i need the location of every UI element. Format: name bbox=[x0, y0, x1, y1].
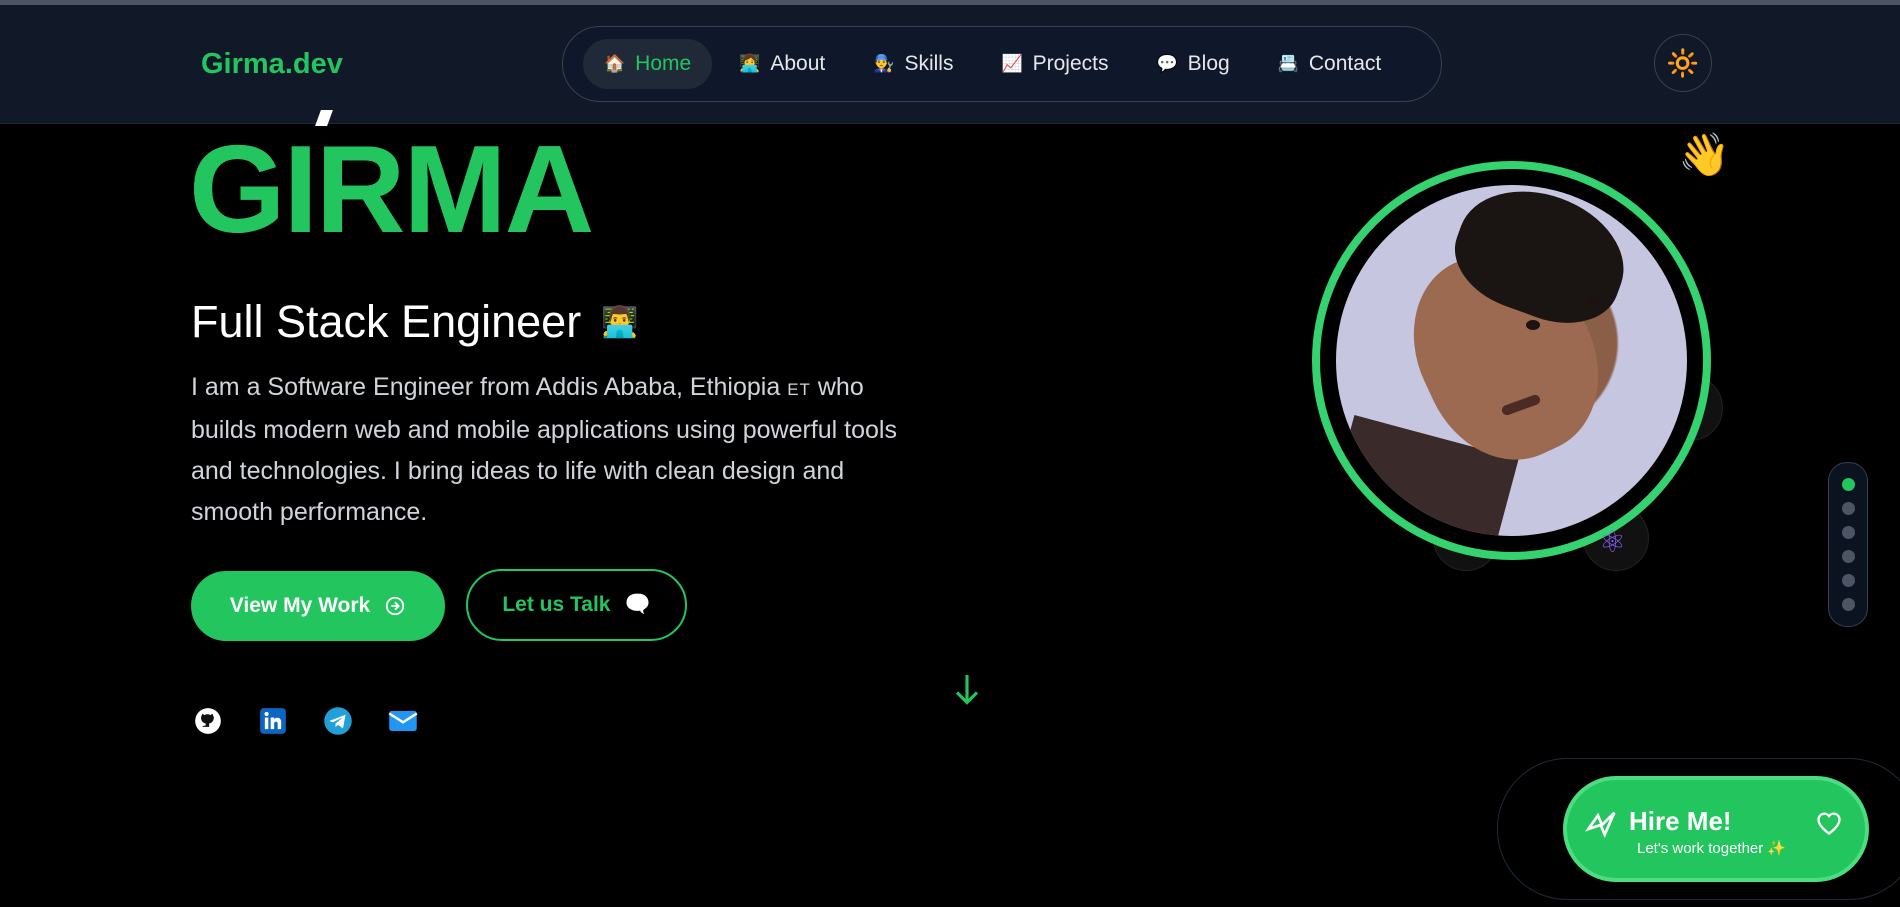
hero-bio: I am a Software Engineer from Addis Abab… bbox=[191, 367, 921, 533]
let-us-talk-button[interactable]: Let us Talk 🗨️ bbox=[466, 569, 687, 641]
about-icon: 👩‍💻 bbox=[739, 54, 761, 73]
ethiopia-flag-icon: ET bbox=[787, 380, 811, 399]
email-link[interactable] bbox=[388, 706, 418, 736]
role-text: Full Stack Engineer bbox=[191, 296, 582, 347]
view-my-work-button[interactable]: View My Work bbox=[191, 571, 445, 641]
section-dot[interactable] bbox=[1841, 574, 1855, 587]
section-dot[interactable] bbox=[1841, 526, 1855, 539]
nav-label: Home bbox=[635, 52, 692, 75]
github-icon bbox=[195, 708, 221, 734]
profile-photo bbox=[1336, 185, 1687, 536]
section-dot[interactable] bbox=[1841, 502, 1855, 515]
mail-icon bbox=[388, 711, 418, 731]
hire-me-button[interactable]: Hire Me! Let's work together ✨ bbox=[1563, 776, 1869, 882]
navbar: Girma.dev 🏠 Home 👩‍💻 About 👨‍🔧 Skills 📈 … bbox=[0, 5, 1900, 124]
nav-label: Contact bbox=[1308, 52, 1382, 75]
nav-label: Skills bbox=[904, 52, 954, 75]
section-indicator bbox=[1828, 462, 1868, 627]
brand-logo[interactable]: Girma.dev bbox=[201, 48, 343, 81]
nav-item-projects[interactable]: 📈 Projects bbox=[980, 39, 1129, 89]
nav-label: Blog bbox=[1187, 52, 1230, 75]
sun-icon: 🔆 bbox=[1666, 47, 1700, 78]
nav-item-skills[interactable]: 👨‍🔧 Skills bbox=[852, 39, 974, 89]
profile-avatar bbox=[1312, 161, 1711, 560]
arrow-right-circle-icon bbox=[386, 596, 405, 616]
nav-item-blog[interactable]: 💬 Blog bbox=[1135, 39, 1250, 89]
linkedin-icon bbox=[260, 708, 286, 734]
button-label: View My Work bbox=[229, 594, 371, 617]
scroll-down-arrow-icon[interactable] bbox=[952, 672, 982, 717]
waving-hand-icon: 👋 bbox=[1678, 131, 1731, 178]
blog-icon: 💬 bbox=[1156, 54, 1178, 73]
hire-me-title: Hire Me! bbox=[1629, 806, 1732, 836]
github-link[interactable] bbox=[193, 706, 223, 736]
projects-icon: 📈 bbox=[1001, 54, 1023, 73]
lightning-icon bbox=[1584, 810, 1619, 848]
theme-toggle-button[interactable]: 🔆 bbox=[1654, 34, 1712, 92]
hero-role: Full Stack Engineer 👨‍💻 bbox=[191, 296, 639, 348]
skills-icon: 👨‍🔧 bbox=[873, 54, 895, 73]
bio-text-a: I am a Software Engineer from Addis Abab… bbox=[191, 373, 781, 401]
telegram-icon bbox=[324, 707, 352, 735]
technologist-icon: 👨‍💻 bbox=[601, 305, 639, 339]
nav-item-home[interactable]: 🏠 Home bbox=[583, 39, 713, 89]
heart-icon bbox=[1815, 810, 1843, 843]
telegram-link[interactable] bbox=[323, 706, 353, 736]
button-label: Let us Talk bbox=[502, 593, 611, 616]
hire-me-subtitle: Let's work together ✨ bbox=[1637, 840, 1787, 857]
home-icon: 🏠 bbox=[604, 54, 626, 73]
section-dot[interactable] bbox=[1841, 478, 1855, 491]
hero-name: GIRMA bbox=[189, 121, 594, 259]
speech-bubble-icon: 🗨️ bbox=[624, 593, 651, 616]
react-atom-icon: ⚛ bbox=[1599, 526, 1626, 559]
linkedin-link[interactable] bbox=[258, 706, 288, 736]
nav-item-about[interactable]: 👩‍💻 About bbox=[718, 39, 846, 89]
contact-icon: 📇 bbox=[1277, 54, 1299, 73]
section-dot[interactable] bbox=[1841, 598, 1855, 611]
nav-label: Projects bbox=[1032, 52, 1109, 75]
nav-pill: 🏠 Home 👩‍💻 About 👨‍🔧 Skills 📈 Projects 💬… bbox=[562, 26, 1442, 102]
nav-item-contact[interactable]: 📇 Contact bbox=[1257, 39, 1403, 89]
nav-label: About bbox=[770, 52, 826, 75]
section-dot[interactable] bbox=[1841, 550, 1855, 563]
